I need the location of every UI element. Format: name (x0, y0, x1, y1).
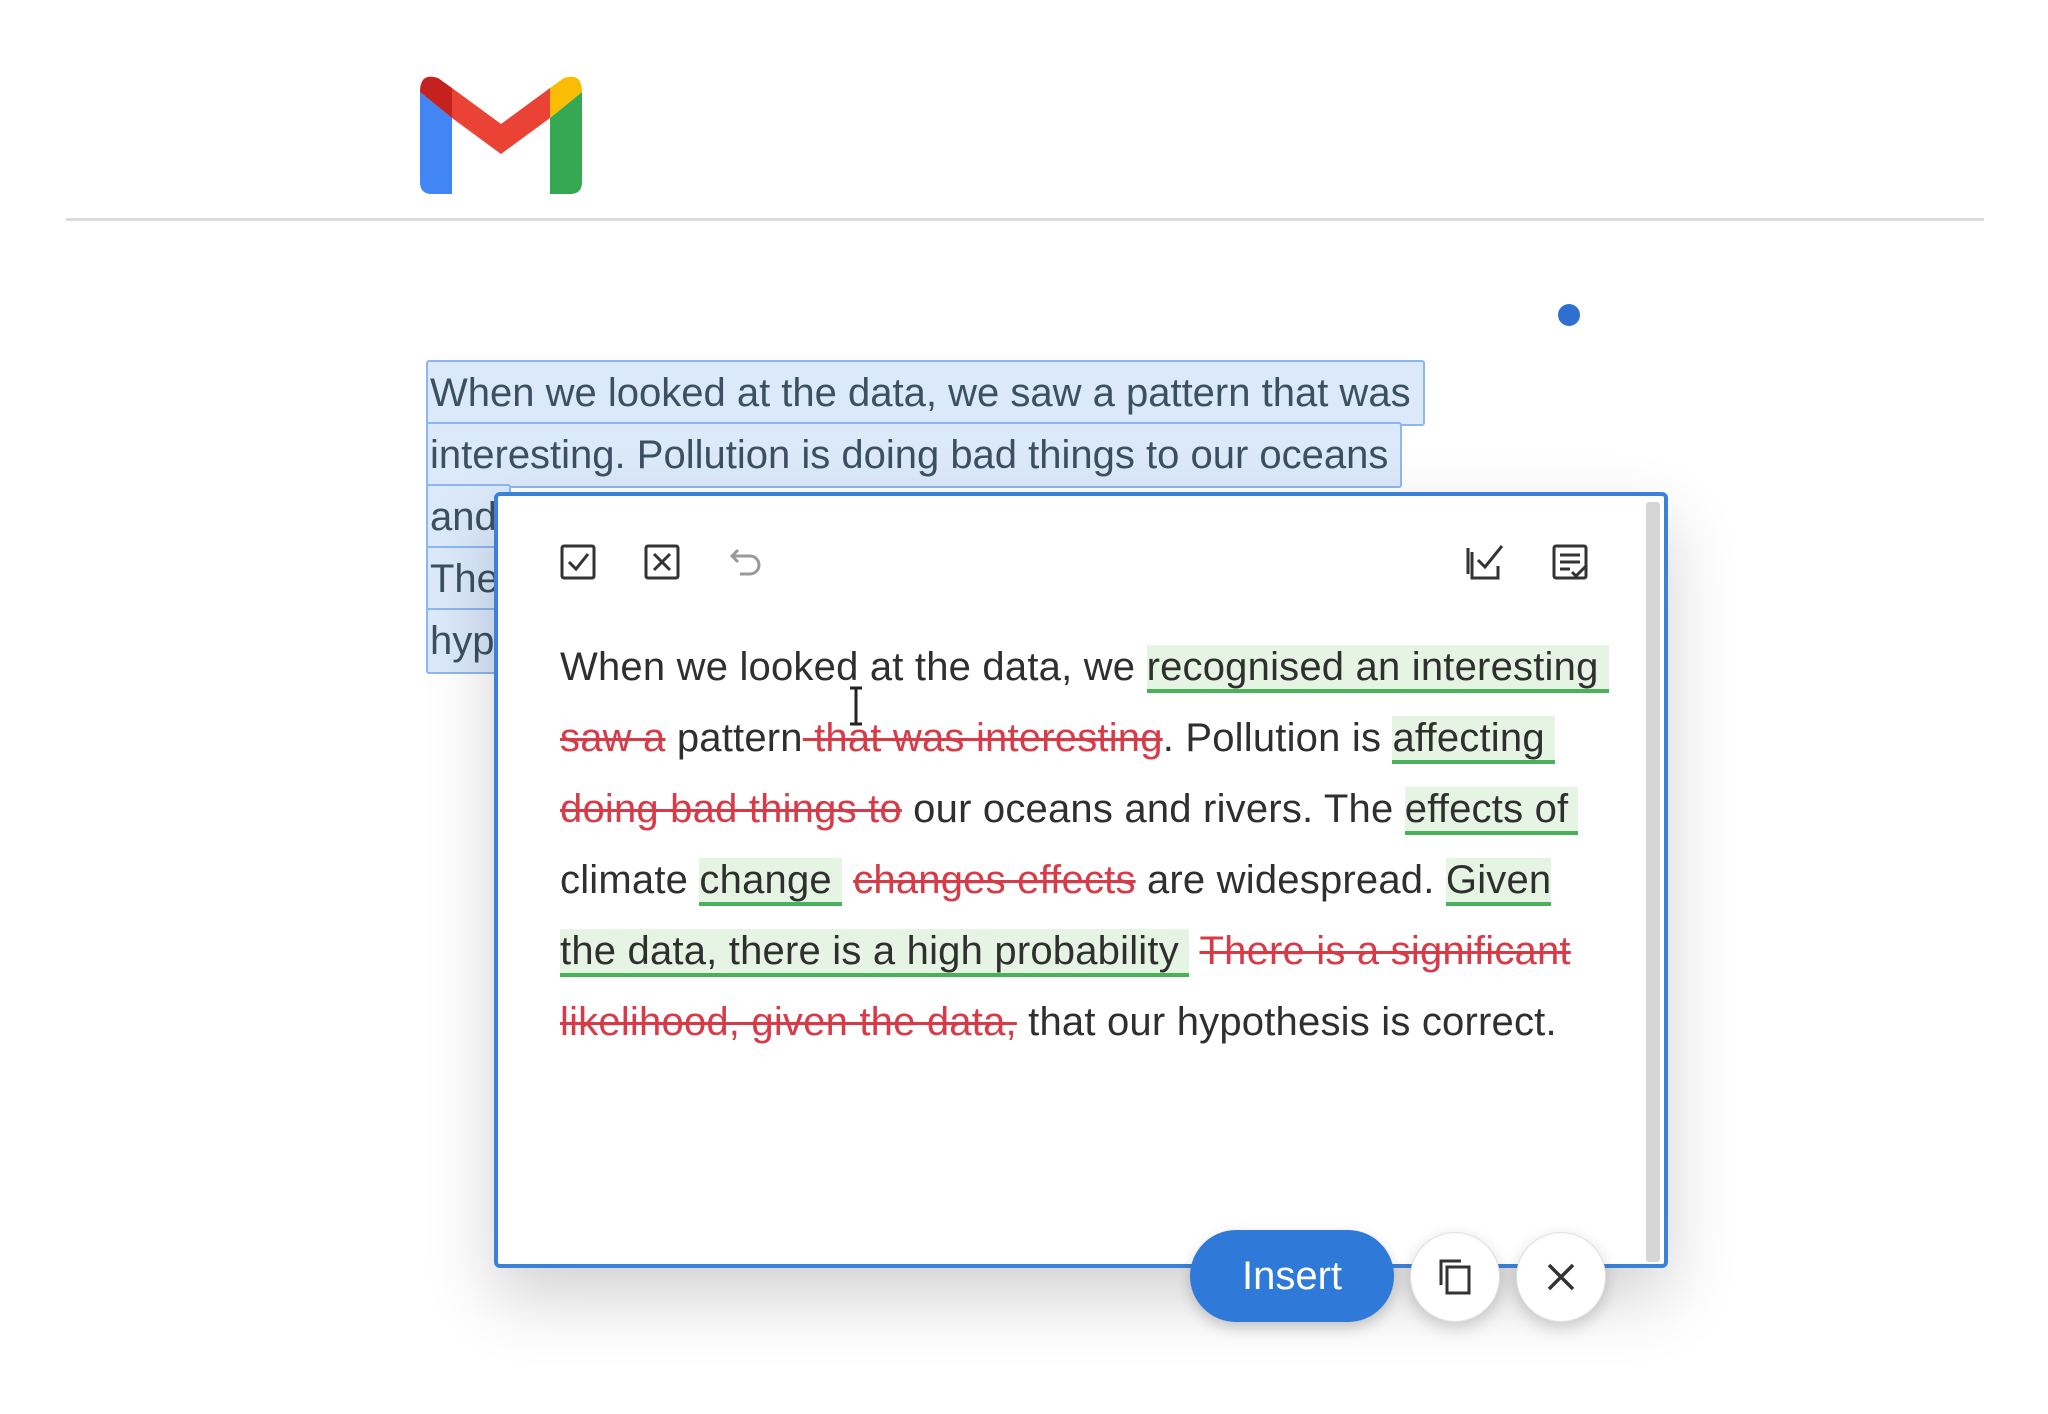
popup-scrollbar[interactable] (1646, 502, 1660, 1262)
rewrite-text[interactable]: When we looked at the data, we recognise… (560, 632, 1610, 1058)
unchanged-text (1189, 929, 1200, 973)
unchanged-text (842, 858, 853, 902)
copy-button[interactable] (1410, 1232, 1500, 1322)
copy-icon (1439, 1259, 1471, 1295)
inserted-text[interactable]: recognised an interesting (1146, 645, 1609, 693)
close-icon (1547, 1263, 1575, 1291)
status-dot (1558, 304, 1580, 326)
deleted-text[interactable]: changes effects (853, 858, 1135, 902)
undo-icon[interactable] (724, 540, 768, 584)
gmail-logo (420, 76, 582, 194)
deleted-text[interactable]: doing bad things to (560, 787, 902, 831)
unchanged-text: pattern (665, 716, 803, 760)
deleted-text[interactable]: saw a (560, 716, 666, 760)
unchanged-text: that our hypothesis is correct. (1016, 1000, 1557, 1044)
inserted-text[interactable]: change (699, 858, 842, 906)
selected-line: When we looked at the data, we saw a pat… (426, 360, 1425, 426)
unchanged-text: climate (560, 858, 700, 902)
inserted-text[interactable]: effects of (1404, 787, 1579, 835)
insert-button[interactable]: Insert (1190, 1230, 1394, 1322)
unchanged-text: . Pollution is (1162, 716, 1393, 760)
accept-checklist-icon[interactable] (1464, 540, 1508, 584)
text-cursor-icon (850, 686, 862, 726)
reject-all-icon[interactable] (640, 540, 684, 584)
inserted-text[interactable]: affecting (1392, 716, 1555, 764)
close-button[interactable] (1516, 1232, 1606, 1322)
header-divider (66, 218, 1984, 221)
review-list-icon[interactable] (1548, 540, 1592, 584)
unchanged-text: are widespread. (1135, 858, 1446, 902)
unchanged-text: our oceans and rivers. The (901, 787, 1405, 831)
accept-all-icon[interactable] (556, 540, 600, 584)
unchanged-text: When we looked at the data, we (560, 645, 1147, 689)
selected-line: interesting. Pollution is doing bad thin… (426, 422, 1403, 488)
